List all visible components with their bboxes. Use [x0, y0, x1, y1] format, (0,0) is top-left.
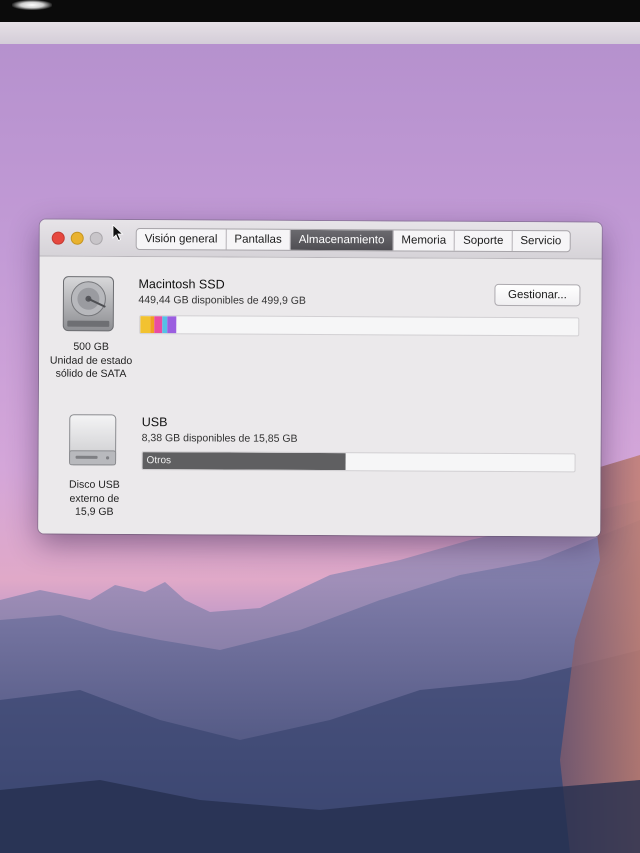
tab-bar: Visión general Pantallas Almacenamiento …: [135, 228, 571, 253]
hard-drive-icon: [62, 276, 115, 332]
usb-usage-bar: Otros: [141, 451, 576, 473]
mouse-cursor-icon: [112, 224, 124, 242]
tab-memoria[interactable]: Memoria: [393, 230, 456, 251]
usb-name: USB: [141, 415, 168, 430]
ssd-capacity: 500 GB: [73, 340, 109, 353]
ssd-type-line2: sólido de SATA: [55, 367, 127, 380]
tab-vision-general[interactable]: Visión general: [136, 229, 227, 250]
about-this-mac-window: Visión general Pantallas Almacenamiento …: [38, 219, 602, 537]
ssd-usage-segment: [140, 316, 151, 334]
usb-available: 8,38 GB disponibles de 15,85 GB: [141, 432, 298, 445]
tab-pantallas[interactable]: Pantallas: [226, 229, 291, 250]
minimize-window-button[interactable]: [70, 231, 84, 245]
monitor-bezel: [0, 0, 640, 22]
zoom-window-button[interactable]: [89, 231, 103, 245]
menu-bar: [0, 22, 640, 44]
tab-servicio[interactable]: Servicio: [512, 231, 569, 251]
ssd-available: 449,44 GB disponibles de 499,9 GB: [138, 294, 306, 307]
tab-soporte[interactable]: Soporte: [455, 230, 513, 252]
ssd-type-line1: Unidad de estado: [49, 354, 133, 367]
storage-panel: 500 GB Unidad de estado sólido de SATA M…: [38, 256, 602, 537]
ssd-caption: 500 GB Unidad de estado sólido de SATA: [43, 341, 139, 382]
usb-capacity: 15,9 GB: [74, 505, 114, 518]
manage-button[interactable]: Gestionar...: [494, 283, 581, 307]
tab-almacenamiento[interactable]: Almacenamiento: [290, 229, 394, 251]
usb-type-line1: Disco USB: [69, 478, 120, 491]
light-reflection: [12, 0, 52, 10]
ssd-usage-segment: [167, 316, 177, 334]
usb-caption: Disco USB externo de 15,9 GB: [48, 479, 140, 520]
usb-type-line2: externo de: [69, 492, 120, 505]
usb-drive-icon: [69, 414, 117, 466]
ssd-usage-bar: [139, 315, 580, 337]
close-window-button[interactable]: [51, 231, 65, 245]
usb-usage-label: Otros: [146, 455, 172, 467]
desktop-screen: Visión general Pantallas Almacenamiento …: [0, 0, 640, 853]
usb-usage-fill-otros: Otros: [142, 452, 346, 471]
ssd-name: Macintosh SSD: [138, 277, 225, 292]
ssd-usage-segment: [154, 316, 163, 334]
